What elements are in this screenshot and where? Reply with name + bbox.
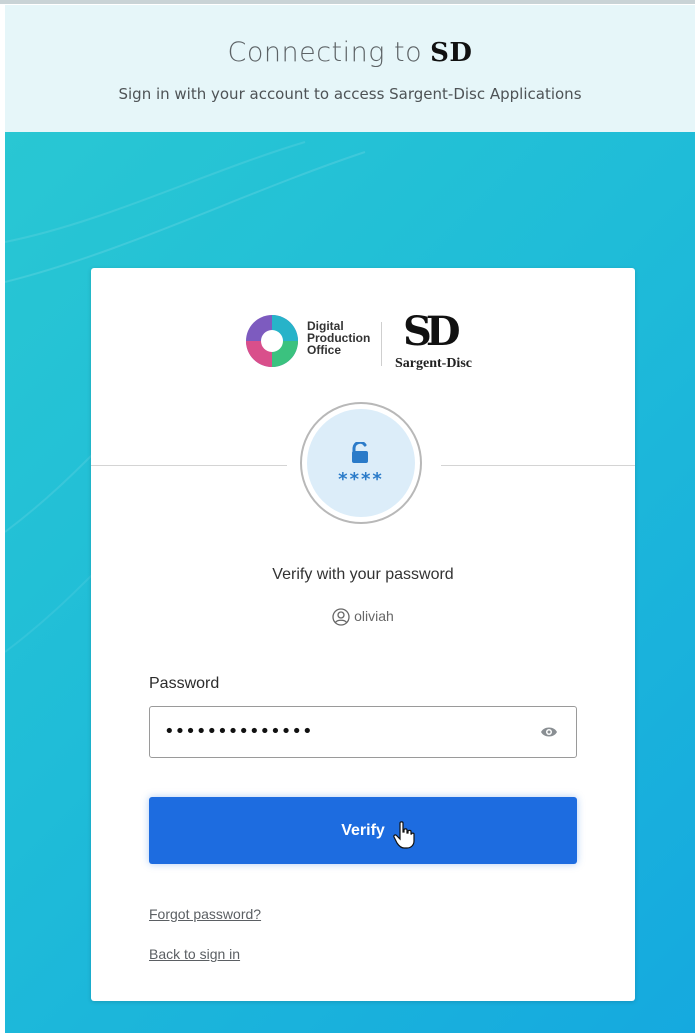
password-value: ••••••••••••••: [164, 721, 313, 742]
window-top-border: [0, 0, 695, 4]
show-password-eye-icon[interactable]: [540, 725, 558, 739]
badge-inner: ****: [307, 409, 415, 517]
header-sd-logo: SD: [430, 38, 473, 68]
verify-button-label: Verify: [341, 822, 385, 839]
password-badge: ****: [300, 402, 422, 524]
badge-stars: ****: [338, 469, 384, 490]
user-identifier: oliviah: [91, 608, 635, 626]
dpo-logo-icon: [246, 315, 298, 367]
sign-in-card: Digital Production Office SD Sargent-Dis…: [91, 268, 635, 1001]
unlock-icon: [352, 442, 368, 463]
header-subtitle: Sign in with your account to access Sarg…: [118, 85, 582, 103]
username: oliviah: [354, 608, 394, 624]
user-icon: [332, 608, 350, 626]
dpo-line: Office: [307, 343, 342, 357]
verify-title: Verify with your password: [272, 566, 454, 583]
header-title-text: Connecting to: [227, 37, 423, 68]
hand-cursor-icon: [393, 821, 415, 849]
divider-right: [441, 465, 635, 466]
forgot-password-link[interactable]: Forgot password?: [149, 906, 261, 922]
back-to-sign-in-link[interactable]: Back to sign in: [149, 946, 240, 962]
logo-divider: [381, 322, 382, 366]
sd-logo-name: Sargent-Disc: [395, 356, 472, 371]
logo-row: Digital Production Office SD Sargent-Dis…: [241, 306, 491, 376]
verify-button[interactable]: Verify: [149, 797, 577, 864]
connecting-header: Connecting to SD Sign in with your accoun…: [5, 5, 695, 132]
divider-left: [91, 465, 287, 466]
sd-logo: SD: [403, 308, 461, 355]
password-label: Password: [149, 675, 220, 692]
header-title: Connecting to SD: [5, 37, 695, 68]
password-field[interactable]: ••••••••••••••: [149, 706, 577, 758]
dpo-logo-text: Digital Production Office: [307, 320, 370, 356]
